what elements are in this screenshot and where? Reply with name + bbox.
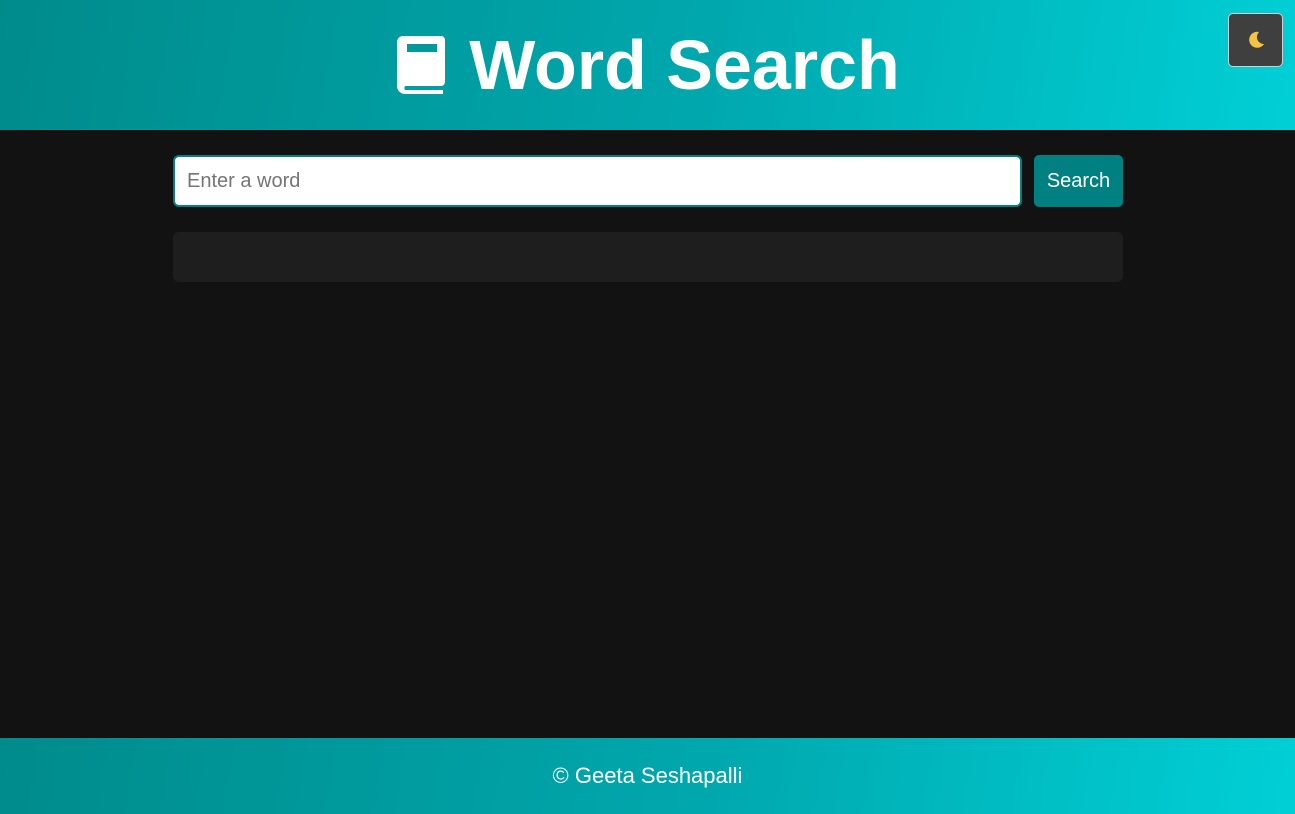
search-button[interactable]: Search (1034, 155, 1123, 207)
book-icon (397, 36, 446, 94)
moon-icon (1248, 31, 1264, 48)
theme-toggle-button[interactable] (1228, 13, 1283, 67)
app-footer: © Geeta Seshapalli (0, 738, 1295, 814)
page-title: Word Search (397, 30, 900, 100)
page-title-text: Word Search (469, 26, 900, 104)
search-bar: Search (173, 155, 1123, 207)
footer-copyright: © Geeta Seshapalli (552, 763, 743, 788)
app-header: Word Search (0, 0, 1295, 130)
search-input[interactable] (173, 155, 1022, 207)
result-panel (173, 232, 1123, 282)
app-page: Word Search Search © Geeta Seshapalli (0, 0, 1295, 814)
